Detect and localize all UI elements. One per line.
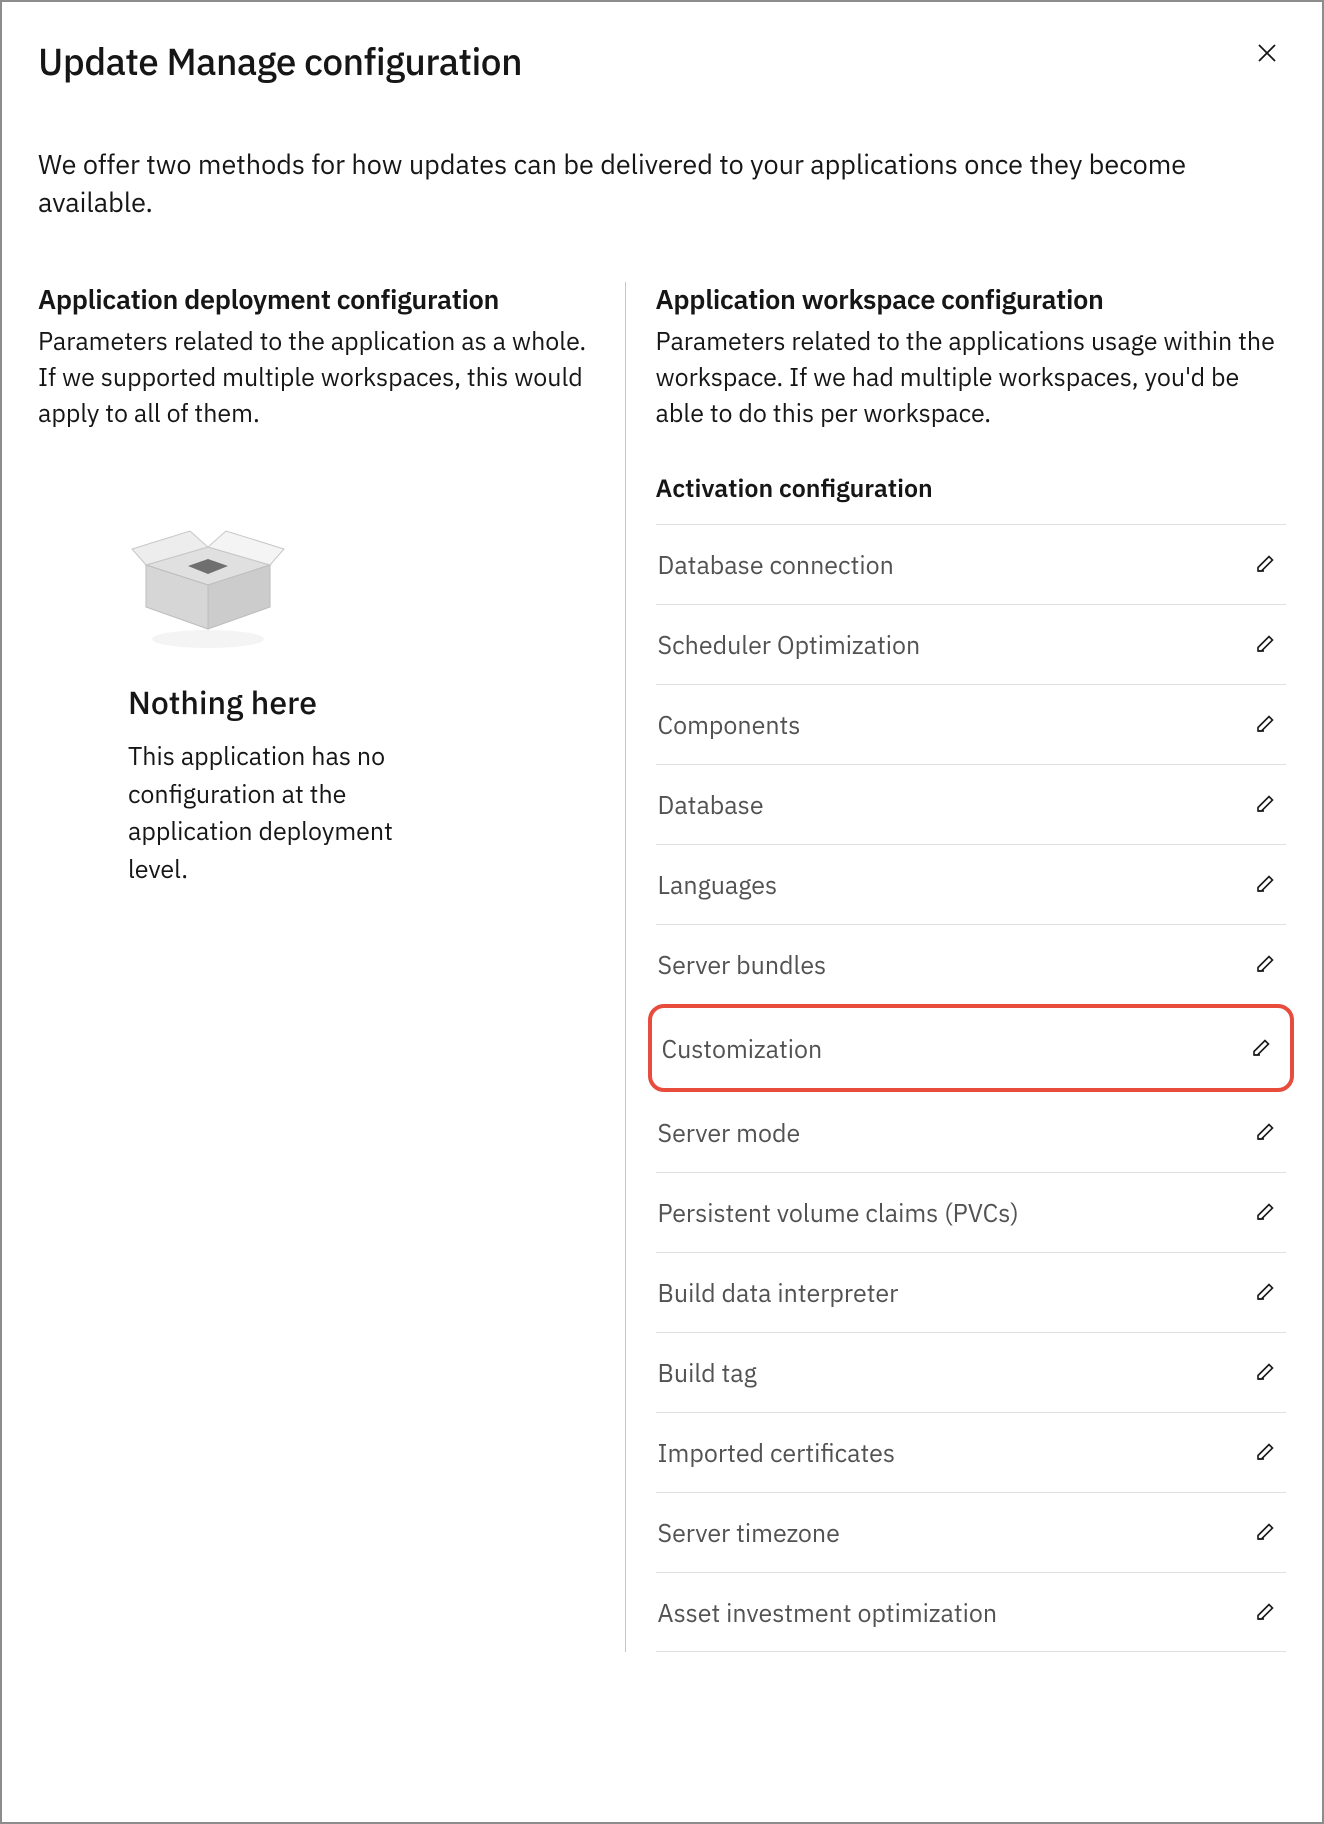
config-row[interactable]: Server timezone — [656, 1492, 1286, 1572]
pencil-icon — [1254, 1119, 1278, 1146]
config-row-label: Database connection — [658, 548, 894, 581]
edit-button[interactable] — [1250, 707, 1282, 742]
workspace-config-title: Application workspace configuration — [656, 282, 1286, 317]
workspace-config-column: Application workspace configuration Para… — [625, 282, 1286, 1653]
config-row-label: Components — [658, 708, 801, 741]
config-row-label: Imported certificates — [658, 1436, 896, 1469]
config-row[interactable]: Build data interpreter — [656, 1252, 1286, 1332]
empty-state: Nothing here This application has no con… — [128, 511, 458, 887]
pencil-icon — [1254, 791, 1278, 818]
edit-button[interactable] — [1250, 1595, 1282, 1630]
config-row[interactable]: Scheduler Optimization — [656, 604, 1286, 684]
config-row[interactable]: Build tag — [656, 1332, 1286, 1412]
empty-state-title: Nothing here — [128, 681, 458, 723]
config-row[interactable]: Customization — [648, 1004, 1294, 1092]
config-row[interactable]: Languages — [656, 844, 1286, 924]
dialog-title: Update Manage configuration — [38, 38, 522, 86]
open-box-icon — [128, 511, 458, 651]
config-row[interactable]: Persistent volume claims (PVCs) — [656, 1172, 1286, 1252]
config-row-label: Build tag — [658, 1356, 757, 1389]
edit-button[interactable] — [1250, 1115, 1282, 1150]
pencil-icon — [1254, 1199, 1278, 1226]
config-list: Database connection Scheduler Optimizati… — [656, 524, 1286, 1652]
pencil-icon — [1254, 1599, 1278, 1626]
edit-button[interactable] — [1250, 867, 1282, 902]
pencil-icon — [1254, 951, 1278, 978]
dialog-header: Update Manage configuration — [38, 38, 1286, 86]
edit-button[interactable] — [1246, 1031, 1278, 1066]
config-row-label: Server bundles — [658, 948, 827, 981]
edit-button[interactable] — [1250, 627, 1282, 662]
workspace-config-desc: Parameters related to the applications u… — [656, 323, 1286, 432]
config-row-label: Languages — [658, 868, 778, 901]
config-row[interactable]: Asset investment optimization — [656, 1572, 1286, 1652]
config-row-label: Persistent volume claims (PVCs) — [658, 1196, 1019, 1229]
config-row-label: Asset investment optimization — [658, 1596, 998, 1629]
pencil-icon — [1254, 1359, 1278, 1386]
deployment-config-column: Application deployment configuration Par… — [38, 282, 625, 1653]
edit-button[interactable] — [1250, 547, 1282, 582]
config-row[interactable]: Database — [656, 764, 1286, 844]
edit-button[interactable] — [1250, 1195, 1282, 1230]
config-row-label: Scheduler Optimization — [658, 628, 921, 661]
edit-button[interactable] — [1250, 1275, 1282, 1310]
config-row-label: Server timezone — [658, 1516, 840, 1549]
pencil-icon — [1254, 711, 1278, 738]
pencil-icon — [1254, 871, 1278, 898]
activation-config-heading: Activation configuration — [656, 471, 1286, 504]
config-row[interactable]: Database connection — [656, 524, 1286, 604]
empty-state-desc: This application has no configuration at… — [128, 737, 458, 887]
edit-button[interactable] — [1250, 1515, 1282, 1550]
pencil-icon — [1250, 1035, 1274, 1062]
config-row[interactable]: Imported certificates — [656, 1412, 1286, 1492]
config-row[interactable]: Components — [656, 684, 1286, 764]
config-row[interactable]: Server bundles — [656, 924, 1286, 1004]
edit-button[interactable] — [1250, 1355, 1282, 1390]
edit-button[interactable] — [1250, 1435, 1282, 1470]
dialog-intro: We offer two methods for how updates can… — [38, 146, 1286, 222]
config-row-label: Customization — [662, 1032, 823, 1065]
deployment-config-desc: Parameters related to the application as… — [38, 323, 595, 432]
config-row-label: Server mode — [658, 1116, 801, 1149]
close-button[interactable] — [1248, 38, 1286, 72]
edit-button[interactable] — [1250, 947, 1282, 982]
config-row[interactable]: Server mode — [656, 1092, 1286, 1172]
deployment-config-title: Application deployment configuration — [38, 282, 595, 317]
pencil-icon — [1254, 1519, 1278, 1546]
pencil-icon — [1254, 551, 1278, 578]
columns: Application deployment configuration Par… — [38, 282, 1286, 1653]
pencil-icon — [1254, 1439, 1278, 1466]
edit-button[interactable] — [1250, 787, 1282, 822]
config-row-label: Database — [658, 788, 764, 821]
config-row-label: Build data interpreter — [658, 1276, 899, 1309]
close-icon — [1256, 40, 1278, 70]
pencil-icon — [1254, 631, 1278, 658]
pencil-icon — [1254, 1279, 1278, 1306]
